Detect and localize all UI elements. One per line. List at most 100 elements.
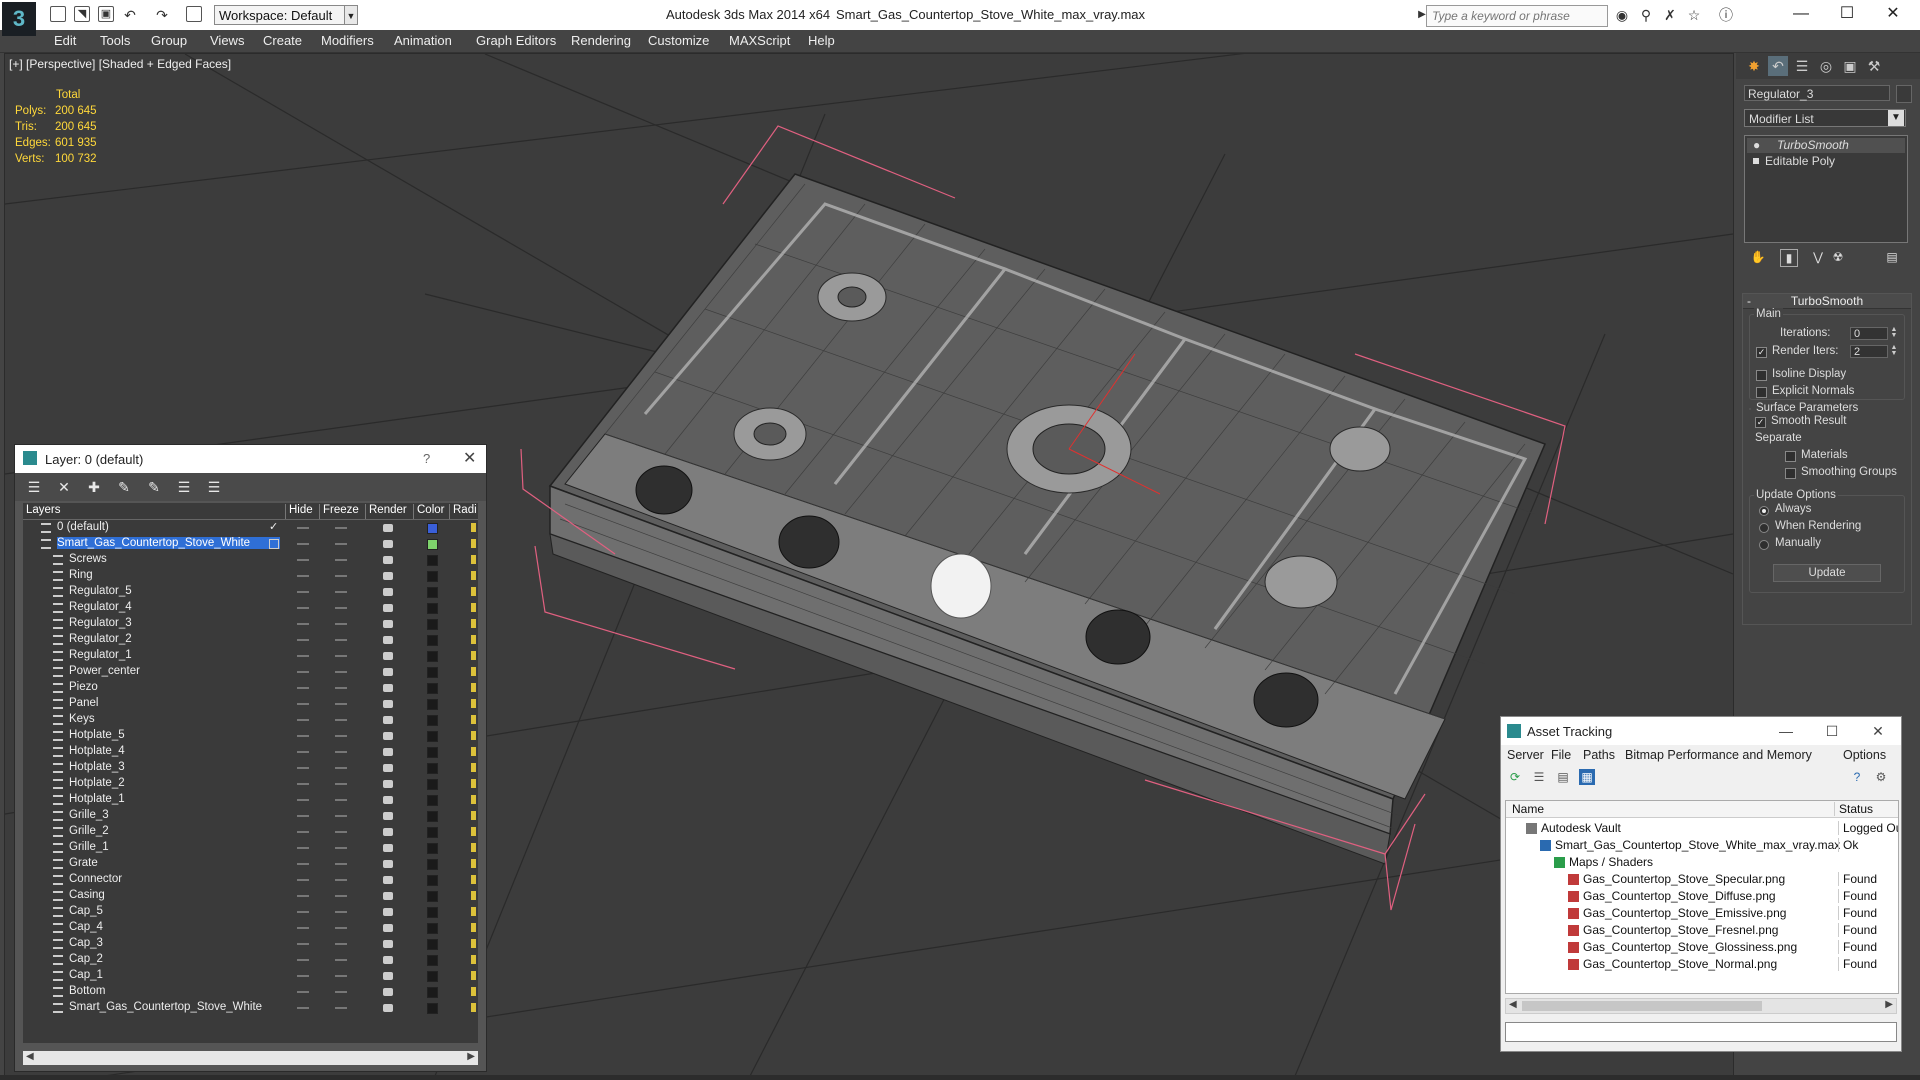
help-button[interactable]: ? bbox=[423, 451, 430, 466]
hide-toggle[interactable] bbox=[297, 959, 309, 961]
radiosity-toggle[interactable] bbox=[471, 955, 476, 964]
asset-row[interactable]: Gas_Countertop_Stove_Fresnel.png Found bbox=[1506, 922, 1898, 939]
radiosity-toggle[interactable] bbox=[471, 827, 476, 836]
asset-row[interactable]: Gas_Countertop_Stove_Glossiness.png Found bbox=[1506, 939, 1898, 956]
hide-toggle[interactable] bbox=[297, 943, 309, 945]
lightbulb-icon[interactable]: ● bbox=[1753, 138, 1760, 153]
layer-row[interactable]: Cap_4 bbox=[23, 920, 478, 936]
freeze-toggle[interactable] bbox=[335, 623, 347, 625]
radiosity-toggle[interactable] bbox=[471, 555, 476, 564]
layer-color-swatch[interactable] bbox=[427, 731, 438, 742]
explicit-normals-checkbox[interactable] bbox=[1756, 387, 1767, 398]
chevron-down-icon[interactable]: ▼ bbox=[344, 5, 358, 25]
render-teapot-icon[interactable] bbox=[383, 924, 393, 932]
hide-toggle[interactable] bbox=[297, 575, 309, 577]
layer-color-swatch[interactable] bbox=[427, 763, 438, 774]
delete-layer-icon[interactable]: ✕ bbox=[55, 478, 73, 496]
update-button[interactable]: Update bbox=[1773, 564, 1881, 582]
hide-toggle[interactable] bbox=[297, 991, 309, 993]
current-layer-check-icon[interactable]: ✓ bbox=[269, 520, 278, 533]
render-teapot-icon[interactable] bbox=[383, 972, 393, 980]
radiosity-toggle[interactable] bbox=[471, 859, 476, 868]
hide-toggle[interactable] bbox=[297, 719, 309, 721]
col-name[interactable]: Name bbox=[1512, 802, 1544, 816]
minimize-window-icon[interactable]: — bbox=[1778, 0, 1824, 30]
list-view-icon[interactable]: ☰ bbox=[1531, 769, 1547, 785]
layer-row[interactable]: Bottom bbox=[23, 984, 478, 1000]
maximize-window-icon[interactable]: ☐ bbox=[1824, 0, 1870, 30]
menu-help[interactable]: Help bbox=[808, 33, 835, 48]
app-logo-icon[interactable]: 3 bbox=[2, 2, 36, 36]
render-teapot-icon[interactable] bbox=[383, 956, 393, 964]
layer-row[interactable]: 0 (default) ✓ bbox=[23, 520, 478, 536]
layer-color-swatch[interactable] bbox=[427, 923, 438, 934]
create-tab-icon[interactable]: ✸ bbox=[1744, 56, 1764, 76]
col-color[interactable]: Color bbox=[413, 504, 444, 519]
layer-color-swatch[interactable] bbox=[427, 635, 438, 646]
materials-checkbox[interactable] bbox=[1785, 451, 1796, 462]
radiosity-toggle[interactable] bbox=[471, 763, 476, 772]
layer-row[interactable]: Regulator_1 bbox=[23, 648, 478, 664]
spinner-arrows-icon[interactable]: ▲ ▼ bbox=[1890, 326, 1898, 340]
hide-toggle[interactable] bbox=[297, 895, 309, 897]
scroll-left-icon[interactable]: ◀ bbox=[26, 1051, 34, 1062]
radiosity-toggle[interactable] bbox=[471, 699, 476, 708]
when-rendering-radio[interactable] bbox=[1759, 523, 1769, 533]
hide-toggle[interactable] bbox=[297, 527, 309, 529]
selected-regulator[interactable] bbox=[930, 553, 992, 619]
layer-row[interactable]: Casing bbox=[23, 888, 478, 904]
smoothing-groups-checkbox[interactable] bbox=[1785, 468, 1796, 479]
select-objects-icon[interactable]: ✎ bbox=[115, 478, 133, 496]
layer-color-swatch[interactable] bbox=[427, 971, 438, 982]
render-teapot-icon[interactable] bbox=[383, 652, 393, 660]
radiosity-toggle[interactable] bbox=[471, 1003, 476, 1012]
freeze-toggle[interactable] bbox=[335, 911, 347, 913]
hide-toggle[interactable] bbox=[297, 1007, 309, 1009]
render-teapot-icon[interactable] bbox=[383, 844, 393, 852]
layer-row[interactable]: Cap_5 bbox=[23, 904, 478, 920]
smooth-result-checkbox[interactable]: ✓ bbox=[1755, 417, 1766, 428]
col-layers[interactable]: Layers bbox=[23, 504, 61, 519]
radiosity-toggle[interactable] bbox=[471, 875, 476, 884]
asset-menu-file[interactable]: File bbox=[1551, 748, 1571, 762]
render-teapot-icon[interactable] bbox=[383, 588, 393, 596]
hide-toggle[interactable] bbox=[297, 591, 309, 593]
layer-color-swatch[interactable] bbox=[427, 795, 438, 806]
menu-modifiers[interactable]: Modifiers bbox=[321, 33, 374, 48]
menu-customize[interactable]: Customize bbox=[648, 33, 709, 48]
freeze-all-layers-icon[interactable]: ☰ bbox=[205, 478, 223, 496]
freeze-toggle[interactable] bbox=[335, 847, 347, 849]
render-teapot-icon[interactable] bbox=[383, 668, 393, 676]
layer-color-swatch[interactable] bbox=[427, 955, 438, 966]
scroll-right-icon[interactable]: ▶ bbox=[467, 1051, 475, 1062]
hide-toggle[interactable] bbox=[297, 543, 309, 545]
radiosity-toggle[interactable] bbox=[471, 779, 476, 788]
freeze-toggle[interactable] bbox=[335, 751, 347, 753]
asset-row[interactable]: Gas_Countertop_Stove_Specular.png Found bbox=[1506, 871, 1898, 888]
radiosity-toggle[interactable] bbox=[471, 795, 476, 804]
menu-tools[interactable]: Tools bbox=[100, 33, 130, 48]
freeze-toggle[interactable] bbox=[335, 879, 347, 881]
col-freeze[interactable]: Freeze bbox=[319, 504, 359, 519]
project-folder-icon[interactable] bbox=[186, 6, 202, 22]
layer-color-swatch[interactable] bbox=[427, 555, 438, 566]
asset-menu-options[interactable]: Options bbox=[1843, 748, 1886, 762]
col-radiosity[interactable]: Radi bbox=[449, 504, 477, 519]
make-current-box-icon[interactable] bbox=[269, 539, 279, 549]
radiosity-toggle[interactable] bbox=[471, 635, 476, 644]
layer-color-swatch[interactable] bbox=[427, 539, 438, 550]
render-teapot-icon[interactable] bbox=[383, 604, 393, 612]
radiosity-toggle[interactable] bbox=[471, 587, 476, 596]
configure-modifier-sets-icon[interactable]: ▤ bbox=[1884, 249, 1900, 265]
add-to-layer-icon[interactable]: ✚ bbox=[85, 478, 103, 496]
freeze-toggle[interactable] bbox=[335, 575, 347, 577]
settings-icon[interactable]: ⚙ bbox=[1873, 769, 1889, 785]
menu-edit[interactable]: Edit bbox=[54, 33, 76, 48]
radiosity-toggle[interactable] bbox=[471, 923, 476, 932]
workspace-dropdown[interactable]: Workspace: Default bbox=[214, 5, 354, 25]
layer-color-swatch[interactable] bbox=[427, 779, 438, 790]
help-icon[interactable]: ⓘ bbox=[1718, 7, 1734, 23]
layer-row[interactable]: Smart_Gas_Countertop_Stove_White bbox=[23, 1000, 478, 1016]
render-teapot-icon[interactable] bbox=[383, 540, 393, 548]
favorites-star-icon[interactable]: ☆ bbox=[1686, 7, 1702, 23]
